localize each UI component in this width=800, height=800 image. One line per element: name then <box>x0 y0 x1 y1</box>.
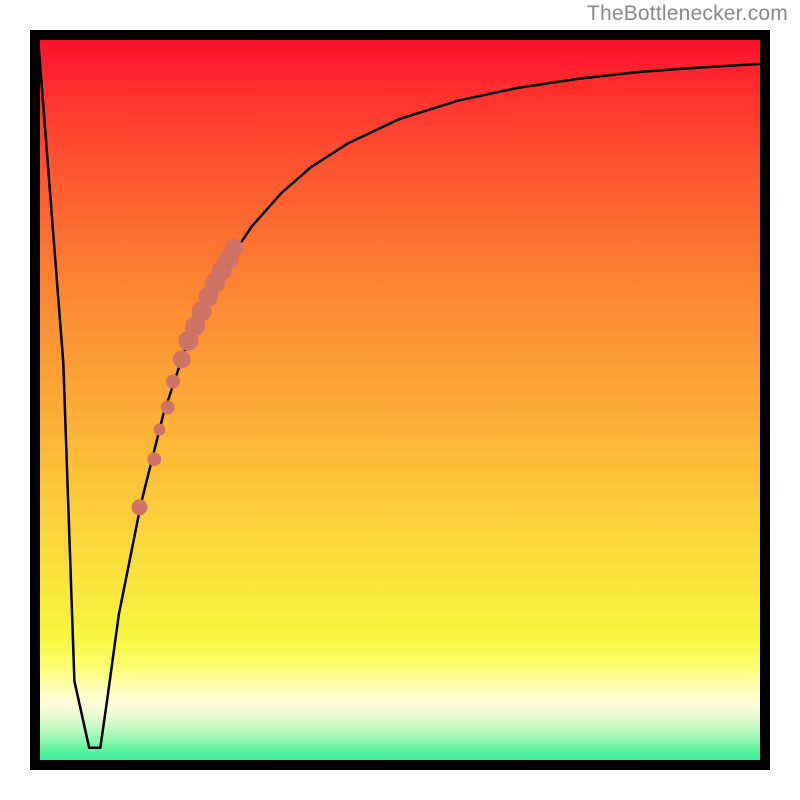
highlight-dot <box>225 239 243 257</box>
attribution-label: TheBottlenecker.com <box>587 2 788 26</box>
curve-layer <box>30 30 770 770</box>
bottleneck-chart: TheBottlenecker.com <box>0 0 800 800</box>
highlight-dot <box>147 452 161 466</box>
bottleneck-curve-line <box>37 30 770 748</box>
highlight-dot <box>166 375 180 389</box>
highlight-dot <box>154 424 166 436</box>
highlight-dot <box>132 499 148 515</box>
highlight-dot <box>173 350 191 368</box>
plot-area <box>30 30 770 770</box>
highlight-dot <box>161 400 175 414</box>
